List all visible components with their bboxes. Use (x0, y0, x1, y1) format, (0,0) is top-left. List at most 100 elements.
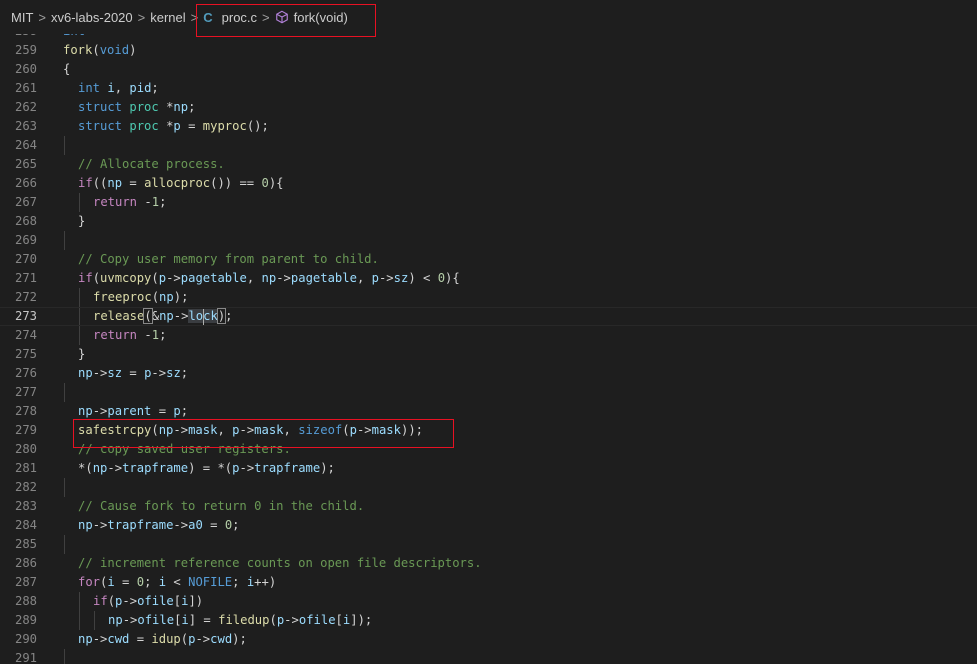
breadcrumb-item-proc-c[interactable]: C proc.c (203, 10, 257, 25)
line-number: 274 (14, 328, 37, 342)
code-token: , (246, 271, 262, 285)
code-token: )); (400, 423, 423, 437)
line-number: 284 (14, 518, 37, 532)
code-token: p (158, 271, 167, 285)
code-token: , (114, 81, 130, 95)
breadcrumb-item-kernel[interactable]: kernel (150, 10, 185, 25)
code-token: sz (393, 271, 409, 285)
code-token: if (78, 271, 93, 285)
code-token: p (349, 423, 357, 437)
code-token: return (93, 195, 138, 209)
code-token: } (78, 214, 86, 228)
line-number: 287 (14, 575, 37, 589)
line-number: 290 (14, 632, 37, 646)
code-token: uvmcopy (100, 271, 152, 285)
code-line[interactable]: 281 *(np->trapframe) = *(p->trapframe); (0, 459, 977, 478)
code-token: trapframe (254, 461, 321, 475)
code-token: ( (92, 271, 101, 285)
code-line[interactable]: 268} (0, 212, 977, 231)
code-line[interactable]: 280 // copy saved user registers. (0, 440, 977, 459)
code-token: -> (195, 632, 211, 646)
code-line[interactable]: 288 if(p->ofile[i]) (0, 592, 977, 611)
code-line[interactable]: 277 (0, 383, 977, 402)
code-line[interactable]: 260 { (0, 60, 977, 79)
code-line[interactable]: 278 np->parent = p; (0, 402, 977, 421)
breadcrumb-item-mit[interactable]: MIT (11, 10, 33, 25)
code-line[interactable]: 270 // Copy user memory from parent to ch… (0, 250, 977, 269)
code-text: np->sz = p->sz; (78, 364, 188, 383)
code-line[interactable]: 265 // Allocate process. (0, 155, 977, 174)
code-token: np (158, 423, 174, 437)
code-token: // copy saved user registers. (78, 442, 291, 456)
code-token: // Copy user memory from parent to child… (78, 252, 379, 266)
code-token: for (78, 575, 101, 589)
line-number: 286 (14, 556, 37, 570)
code-line[interactable]: 274 return -1; (0, 326, 977, 345)
code-line[interactable]: 279 safestrcpy(np->mask, p->mask, sizeof(… (0, 421, 977, 440)
line-number: 262 (14, 100, 37, 114)
code-line[interactable]: 289 np->ofile[i] = filedup(p->ofile[i]); (0, 611, 977, 630)
code-token: -> (92, 366, 108, 380)
code-token: ; (159, 328, 167, 342)
code-token: p (173, 119, 181, 133)
code-line[interactable]: 276 np->sz = p->sz; (0, 364, 977, 383)
code-text: np->ofile[i] = filedup(p->ofile[i]); (108, 611, 372, 630)
code-text: if(uvmcopy(p->pagetable, np->pagetable, … (78, 269, 460, 288)
line-number: 279 (14, 423, 37, 437)
line-number: 282 (14, 480, 37, 494)
code-line[interactable]: 290 np->cwd = idup(p->cwd); (0, 630, 977, 649)
code-line[interactable]: 266 if((np = allocproc()) == 0){ (0, 174, 977, 193)
code-token: -> (239, 423, 255, 437)
code-line[interactable]: 271 if(uvmcopy(p->pagetable, np->pagetabl… (0, 269, 977, 288)
code-line[interactable]: 275} (0, 345, 977, 364)
code-line[interactable]: 261 int i, pid; (0, 79, 977, 98)
code-token: ( (151, 423, 159, 437)
line-number: 288 (14, 594, 37, 608)
code-line[interactable]: 267 return -1; (0, 193, 977, 212)
code-token: // Cause fork to return 0 in the child. (78, 499, 365, 513)
code-token: NOFILE (188, 575, 233, 589)
code-line[interactable]: 285 (0, 535, 977, 554)
code-token: return (93, 328, 138, 342)
code-token: [ (335, 613, 343, 627)
code-line[interactable]: 282 (0, 478, 977, 497)
code-token: = (151, 404, 174, 418)
code-line[interactable]: 262 struct proc *np; (0, 98, 977, 117)
code-line[interactable]: 284 np->trapframe->a0 = 0; (0, 516, 977, 535)
code-line[interactable]: 273 release(&np->lock); (0, 307, 977, 326)
code-token: , (356, 271, 372, 285)
code-line[interactable]: 272 freeproc(np); (0, 288, 977, 307)
code-line[interactable]: 264 (0, 136, 977, 155)
code-text: if(p->ofile[i]) (93, 592, 203, 611)
breadcrumb-item-xv6-labs-2020[interactable]: xv6-labs-2020 (51, 10, 133, 25)
code-token: i (107, 81, 115, 95)
code-token: parent (107, 404, 152, 418)
code-token: allocproc (144, 176, 211, 190)
code-token: pagetable (180, 271, 247, 285)
indent-guide (79, 308, 80, 325)
code-line[interactable]: 291 (0, 649, 977, 664)
code-token: - (137, 328, 152, 342)
code-token: ; (180, 366, 189, 380)
line-number: 275 (14, 347, 37, 361)
code-line[interactable]: 263 struct proc *p = myproc(); (0, 117, 977, 136)
breadcrumb-item-fork[interactable]: fork(void) (275, 10, 348, 25)
code-token: -> (92, 632, 108, 646)
code-token: ( (107, 594, 116, 608)
breadcrumb-symbol-label: fork(void) (293, 9, 348, 25)
code-line[interactable]: 287 for(i = 0; i < NOFILE; i++) (0, 573, 977, 592)
breadcrumb-file-label: proc.c (221, 9, 258, 25)
code-token: sz (107, 366, 123, 380)
code-token: ] = (188, 613, 219, 627)
code-token: ]); (350, 613, 373, 627)
code-line[interactable]: 283 // Cause fork to return 0 in the chil… (0, 497, 977, 516)
indent-guide (79, 592, 80, 611)
code-token: i (158, 575, 167, 589)
c-file-icon: C (203, 9, 213, 25)
code-line[interactable]: 269 (0, 231, 977, 250)
line-number: 260 (14, 62, 37, 76)
code-editor[interactable]: 258 int 259 fork(void) 260{261 int i, pid; 262… (0, 30, 977, 664)
code-line[interactable]: 259 fork(void) (0, 41, 977, 60)
code-line[interactable]: 286 // increment reference counts on open… (0, 554, 977, 573)
code-token: = (202, 518, 225, 532)
